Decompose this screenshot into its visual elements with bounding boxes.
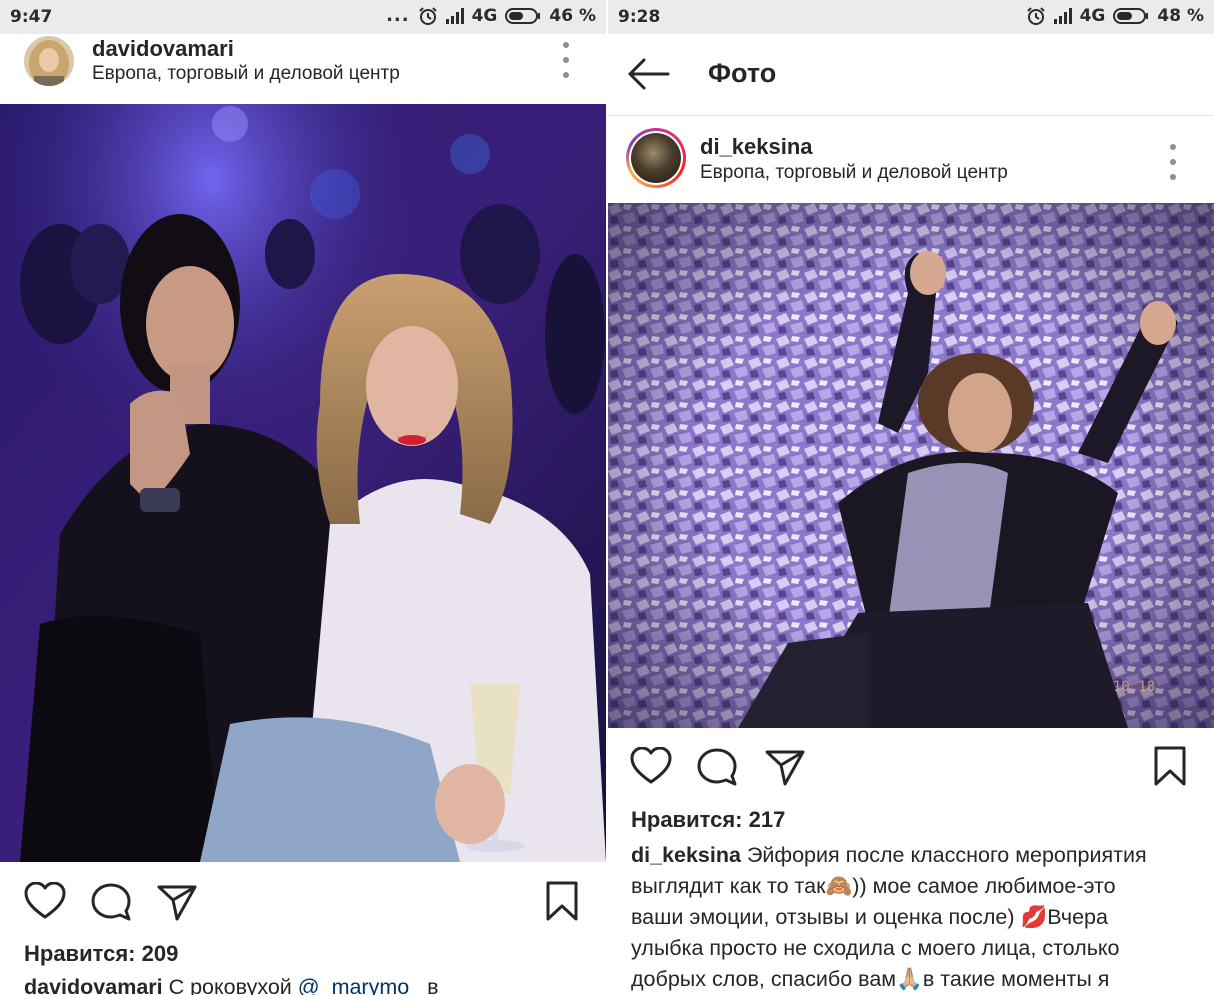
left-screen: 9:47 ... 4G 46 % davidovamari Европа, то…: [0, 0, 606, 995]
caption-line: ваши эмоции, отзывы и оценка после) 💋Вче…: [631, 905, 1108, 929]
avatar[interactable]: [24, 36, 74, 86]
caption-username[interactable]: davidovamari: [24, 975, 163, 995]
comment-icon[interactable]: [696, 747, 738, 787]
likes-count[interactable]: Нравится: 209: [24, 941, 178, 967]
top-bar: Фото: [608, 34, 1214, 116]
alarm-icon: [1026, 6, 1046, 26]
heart-icon[interactable]: [24, 882, 66, 920]
post-actions: [608, 737, 1214, 797]
post-location[interactable]: Европа, торговый и деловой центр: [92, 63, 400, 85]
heart-icon[interactable]: [630, 747, 672, 785]
back-arrow-icon[interactable]: [626, 56, 670, 97]
battery-icon: [1113, 7, 1149, 25]
post-location[interactable]: Европа, торговый и деловой центр: [700, 162, 1008, 184]
post-photo[interactable]: 10 18: [608, 203, 1214, 728]
likes-count[interactable]: Нравится: 217: [631, 807, 785, 833]
post-caption: davidovamari С роковухой @_marymo_ в: [24, 972, 604, 995]
caption-line: выглядит как то так🙈)) мое самое любимое…: [631, 874, 1116, 898]
status-time: 9:28: [618, 7, 661, 27]
more-vertical-icon[interactable]: [1169, 144, 1177, 180]
caption-text: Эйфория после классного мероприятия: [740, 843, 1147, 867]
status-bar: 9:47 ... 4G 46 %: [0, 0, 606, 34]
post-username[interactable]: davidovamari: [92, 36, 234, 62]
battery-percent: 46 %: [549, 6, 596, 26]
right-screen: 9:28 4G 48 % Фото di_keksina Европа, тор…: [608, 0, 1214, 995]
comment-icon[interactable]: [90, 882, 132, 922]
notification-dots: ...: [386, 5, 410, 26]
post-header: davidovamari Европа, торговый и деловой …: [0, 34, 606, 104]
alarm-icon: [418, 6, 438, 26]
caption-mention[interactable]: @_marymo_: [298, 975, 421, 995]
avatar[interactable]: [626, 128, 686, 188]
caption-line: добрых слов, спасибо вам🙏🏼в такие момент…: [631, 967, 1110, 991]
bookmark-icon[interactable]: [544, 880, 580, 922]
network-type: 4G: [1079, 6, 1106, 26]
signal-icon: [445, 8, 464, 24]
post-username[interactable]: di_keksina: [700, 134, 813, 160]
caption-username[interactable]: di_keksina: [631, 843, 741, 867]
caption-text-rest: в: [421, 975, 439, 995]
signal-icon: [1053, 8, 1072, 24]
battery-icon: [505, 7, 541, 25]
post-header: di_keksina Европа, торговый и деловой це…: [608, 120, 1214, 200]
send-icon[interactable]: [764, 747, 806, 787]
page-title: Фото: [708, 58, 777, 88]
post-photo[interactable]: [0, 104, 606, 862]
post-actions: [0, 872, 606, 932]
status-time: 9:47: [10, 7, 53, 27]
post-caption: di_keksina Эйфория после классного мероп…: [631, 840, 1211, 995]
send-icon[interactable]: [156, 882, 198, 922]
caption-text: С роковухой: [162, 975, 298, 995]
network-type: 4G: [471, 6, 498, 26]
more-vertical-icon[interactable]: [562, 42, 570, 78]
caption-line: di_keksina Эйфория после классного мероп…: [631, 840, 1211, 871]
caption-line: улыбка просто не сходила с моего лица, с…: [631, 936, 1120, 960]
post-image: [0, 104, 606, 862]
battery-percent: 48 %: [1157, 6, 1204, 26]
status-bar: 9:28 4G 48 %: [608, 0, 1214, 34]
bookmark-icon[interactable]: [1152, 745, 1188, 787]
svg-text:10 18: 10 18: [1113, 679, 1155, 695]
post-image: 10 18: [608, 203, 1214, 728]
